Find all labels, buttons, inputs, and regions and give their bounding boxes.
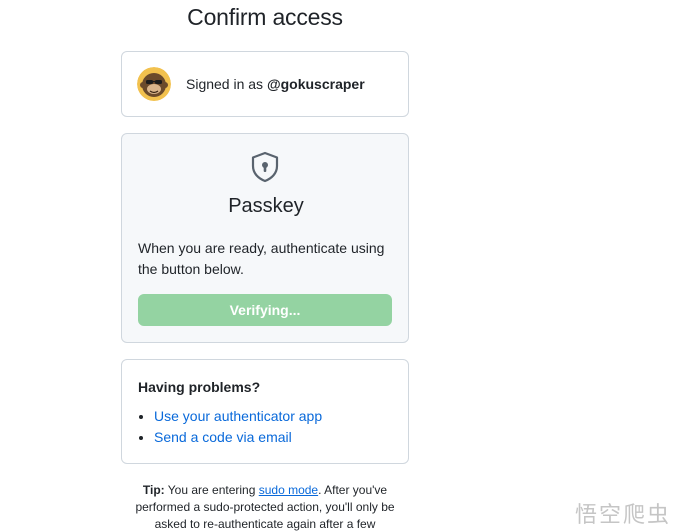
list-item: Use your authenticator app: [154, 406, 322, 427]
authenticator-app-link[interactable]: Use your authenticator app: [154, 408, 322, 424]
sudo-mode-link[interactable]: sudo mode: [259, 483, 318, 497]
list-item: Send a code via email: [154, 427, 322, 448]
tip-label: Tip:: [142, 483, 165, 497]
signed-in-text: Signed in as @gokuscraper: [186, 76, 365, 92]
passkey-title: Passkey: [228, 195, 304, 217]
problems-list: Use your authenticator app Send a code v…: [138, 406, 322, 448]
watermark: 悟空爬虫: [574, 503, 671, 528]
tip-text: Tip: You are entering sudo mode. After y…: [121, 482, 409, 531]
verifying-button[interactable]: Verifying...: [138, 294, 392, 326]
monkey-avatar-icon: [137, 67, 171, 101]
passkey-description: When you are ready, authenticate using t…: [138, 240, 385, 277]
passkey-card: Passkey When you are ready, authenticate…: [121, 133, 409, 343]
email-code-link[interactable]: Send a code via email: [154, 429, 292, 445]
problems-title: Having problems?: [138, 379, 261, 395]
shield-keyhole-icon: [251, 151, 279, 183]
confirm-access-page: Confirm access Signed in as @gokuscraper…: [0, 0, 677, 531]
username: @gokuscraper: [266, 76, 365, 92]
signed-in-card: Signed in as @gokuscraper: [121, 51, 409, 117]
having-problems-card: Having problems? Use your authenticator …: [121, 359, 409, 464]
avatar: [137, 67, 171, 101]
tip-text-before: You are entering: [164, 483, 259, 497]
page-title: Confirm access: [187, 4, 343, 30]
signed-in-prefix: Signed in as: [186, 76, 267, 92]
